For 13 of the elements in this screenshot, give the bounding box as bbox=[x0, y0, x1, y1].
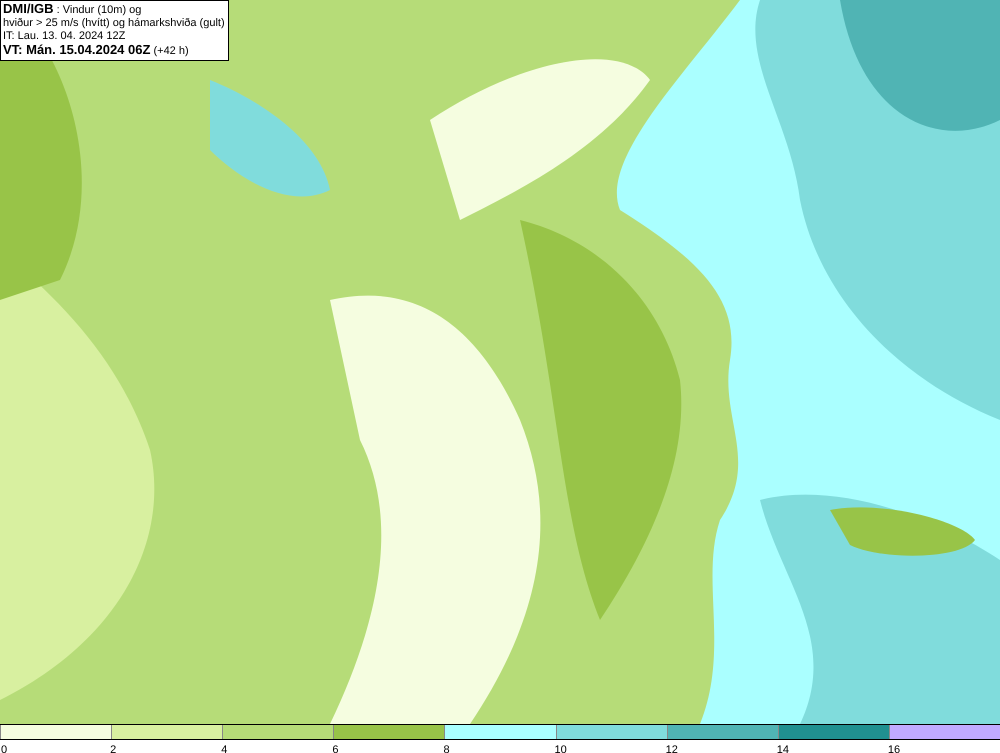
legend-label: 2 bbox=[110, 744, 116, 753]
legend-label: 8 bbox=[443, 744, 450, 753]
legend-label: 10 bbox=[554, 744, 567, 753]
legend-label: 14 bbox=[776, 744, 790, 753]
legend-label: 4 bbox=[221, 744, 228, 753]
legend-label: 0 bbox=[1, 744, 8, 753]
info-text: IT: Lau. 13. 04. 2024 12Z bbox=[3, 30, 126, 43]
info-text: DMI/IGB : Vindur (10m) og bbox=[3, 2, 142, 17]
info-text: VT: Mán. 15.04.2024 06Z (+42 h) bbox=[3, 43, 190, 58]
legend-label: 6 bbox=[332, 744, 338, 753]
legend-label: 12 bbox=[666, 744, 678, 753]
legend-label: 16 bbox=[888, 744, 900, 753]
info-text: hviður > 25 m/s (hvítt) og hámarkshviða (gult) bbox=[3, 17, 225, 30]
